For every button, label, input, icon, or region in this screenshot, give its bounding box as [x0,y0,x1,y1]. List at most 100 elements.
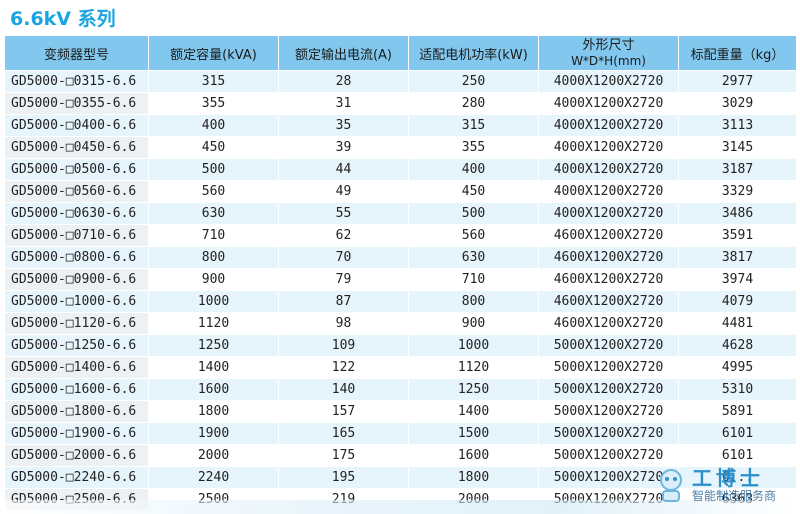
cell-motor-power: 1000 [408,334,539,357]
cell-weight: 4481 [678,312,797,335]
cell-dimensions: 5000X1200X2720 [538,378,679,401]
table-row: GD5000-□1120-6.6 1120 98 900 4600X1200X2720 4… [4,312,797,335]
cell-capacity: 1600 [148,378,279,401]
cell-motor-power: 315 [408,114,539,137]
page-title: 6.6kV 系列 [10,8,116,30]
cell-capacity: 1000 [148,290,279,313]
cell-current: 79 [278,268,409,291]
cell-model: GD5000-□0450-6.6 [4,136,149,159]
cell-current: 195 [278,466,409,489]
table-row: GD5000-□0630-6.6 630 55 500 4000X1200X2720 34… [4,202,797,225]
header-dimensions-label: 外形尺寸 [582,38,635,53]
cell-motor-power: 1800 [408,466,539,489]
cell-capacity: 500 [148,158,279,181]
cell-current: 35 [278,114,409,137]
cell-model: GD5000-□0355-6.6 [4,92,149,115]
cell-model: GD5000-□2000-6.6 [4,444,149,467]
cell-dimensions: 4000X1200X2720 [538,202,679,225]
table-header-row: 变频器型号 额定容量(kVA) 额定输出电流(A) 适配电机功率(kW) 外形尺… [4,35,797,71]
cell-weight: 3591 [678,224,797,247]
cell-motor-power: 1250 [408,378,539,401]
cell-current: 39 [278,136,409,159]
table-row: GD5000-□1000-6.6 1000 87 800 4600X1200X2720 4… [4,290,797,313]
cell-weight: 3817 [678,246,797,269]
cell-current: 49 [278,180,409,203]
cell-current: 31 [278,92,409,115]
cell-current: 87 [278,290,409,313]
cell-current: 98 [278,312,409,335]
cell-model: GD5000-□0900-6.6 [4,268,149,291]
cell-dimensions: 5000X1200X2720 [538,422,679,445]
table-row: GD5000-□0800-6.6 800 70 630 4600X1200X2720 38… [4,246,797,269]
cell-motor-power: 500 [408,202,539,225]
cell-weight: 6101 [678,444,797,467]
cell-capacity: 2000 [148,444,279,467]
table-row: GD5000-□0400-6.6 400 35 315 4000X1200X2720 31… [4,114,797,137]
cell-motor-power: 280 [408,92,539,115]
cell-model: GD5000-□1800-6.6 [4,400,149,423]
cell-model: GD5000-□1400-6.6 [4,356,149,379]
cell-weight: 5310 [678,378,797,401]
cell-model: GD5000-□1600-6.6 [4,378,149,401]
table-row: GD5000-□2240-6.6 2240 195 1800 5000X1200X272… [4,466,797,489]
cell-dimensions: 4600X1200X2720 [538,224,679,247]
header-model: 变频器型号 [4,35,149,71]
cell-weight: 6363 [678,488,797,511]
cell-model: GD5000-□1120-6.6 [4,312,149,335]
cell-capacity: 2500 [148,488,279,511]
cell-weight: 3329 [678,180,797,203]
cell-weight: 6101 [678,422,797,445]
cell-model: GD5000-□0400-6.6 [4,114,149,137]
cell-model: GD5000-□0560-6.6 [4,180,149,203]
cell-weight: 3029 [678,92,797,115]
cell-capacity: 1800 [148,400,279,423]
cell-model: GD5000-□0500-6.6 [4,158,149,181]
cell-model: GD5000-□1900-6.6 [4,422,149,445]
table-row: GD5000-□1400-6.6 1400 122 1120 5000X1200X272… [4,356,797,379]
cell-motor-power: 2000 [408,488,539,511]
cell-dimensions: 5000X1200X2720 [538,466,679,489]
table-row: GD5000-□0500-6.6 500 44 400 4000X1200X2720 31… [4,158,797,181]
spec-table: 变频器型号 额定容量(kVA) 额定输出电流(A) 适配电机功率(kW) 外形尺… [4,35,797,511]
table-row: GD5000-□1800-6.6 1800 157 1400 5000X1200X272… [4,400,797,423]
cell-dimensions: 4000X1200X2720 [538,136,679,159]
cell-dimensions: 5000X1200X2720 [538,400,679,423]
cell-weight: 4079 [678,290,797,313]
cell-motor-power: 710 [408,268,539,291]
cell-dimensions: 4000X1200X2720 [538,180,679,203]
cell-current: 70 [278,246,409,269]
cell-model: GD5000-□2500-6.6 [4,488,149,511]
cell-dimensions: 4000X1200X2720 [538,158,679,181]
cell-weight: 3486 [678,202,797,225]
table-row: GD5000-□0450-6.6 450 39 355 4000X1200X2720 31… [4,136,797,159]
cell-capacity: 450 [148,136,279,159]
table-row: GD5000-□1600-6.6 1600 140 1250 5000X1200X272… [4,378,797,401]
cell-dimensions: 5000X1200X2720 [538,356,679,379]
cell-weight: 5891 [678,400,797,423]
cell-dimensions: 4600X1200X2720 [538,290,679,313]
cell-dimensions: 5000X1200X2720 [538,444,679,467]
cell-current: 157 [278,400,409,423]
cell-capacity: 355 [148,92,279,115]
header-weight: 标配重量（kg） [678,35,797,71]
cell-motor-power: 355 [408,136,539,159]
cell-capacity: 2240 [148,466,279,489]
cell-dimensions: 4000X1200X2720 [538,92,679,115]
cell-capacity: 1250 [148,334,279,357]
table-row: GD5000-□1900-6.6 1900 165 1500 5000X1200X272… [4,422,797,445]
cell-motor-power: 250 [408,70,539,93]
cell-model: GD5000-□2240-6.6 [4,466,149,489]
cell-current: 219 [278,488,409,511]
cell-motor-power: 900 [408,312,539,335]
cell-model: GD5000-□0315-6.6 [4,70,149,93]
header-current: 额定输出电流(A) [278,35,409,71]
cell-motor-power: 800 [408,290,539,313]
cell-weight: 3187 [678,158,797,181]
cell-capacity: 1900 [148,422,279,445]
header-motor-power: 适配电机功率(kW) [408,35,539,71]
cell-capacity: 1400 [148,356,279,379]
table-row: GD5000-□2000-6.6 2000 175 1600 5000X1200X272… [4,444,797,467]
cell-weight: 4628 [678,334,797,357]
cell-weight: 3113 [678,114,797,137]
cell-model: GD5000-□1250-6.6 [4,334,149,357]
